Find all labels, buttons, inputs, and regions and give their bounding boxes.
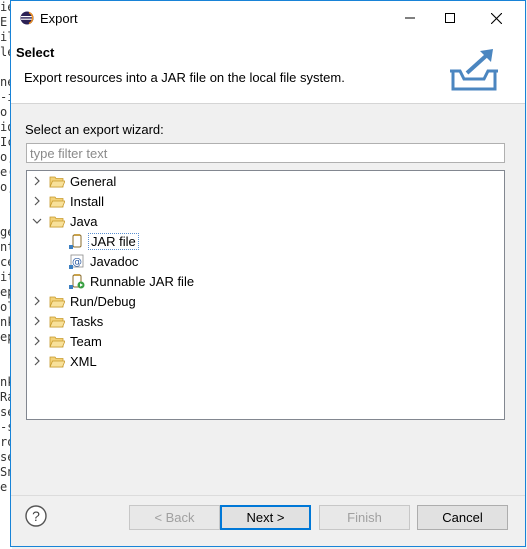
folder-icon xyxy=(49,296,65,307)
back-button[interactable]: < Back xyxy=(129,505,220,530)
export-banner-icon xyxy=(450,49,498,91)
tree-item-team[interactable]: Team xyxy=(31,331,102,351)
title-bar: Export xyxy=(11,1,525,35)
tree-item-label: XML xyxy=(70,353,97,369)
page-description: Export resources into a JAR file on the … xyxy=(24,70,345,85)
folder-icon xyxy=(49,316,65,327)
maximize-button[interactable] xyxy=(427,1,473,35)
folder-icon xyxy=(49,356,65,367)
wizard-header: Select Export resources into a JAR file … xyxy=(11,35,525,104)
tree-item-run-debug[interactable]: Run/Debug xyxy=(31,291,136,311)
finish-button[interactable]: Finish xyxy=(319,505,410,530)
runnable-jar-icon xyxy=(69,274,85,289)
wizard-select-label: Select an export wizard: xyxy=(25,122,164,137)
tree-item-runnable-jar[interactable]: Runnable JAR file xyxy=(69,271,194,291)
tree-item-label: General xyxy=(70,173,117,189)
chevron-right-icon[interactable] xyxy=(31,335,43,347)
chevron-right-icon[interactable] xyxy=(31,295,43,307)
tree-item-java[interactable]: Java xyxy=(31,211,97,231)
chevron-right-icon[interactable] xyxy=(31,315,43,327)
next-button[interactable]: Next > xyxy=(220,505,311,530)
tree-item-label: Install xyxy=(70,193,104,209)
minimize-icon xyxy=(405,17,415,19)
tree-item-xml[interactable]: XML xyxy=(31,351,97,371)
page-title: Select xyxy=(16,45,55,60)
close-button[interactable] xyxy=(473,1,519,35)
footer-divider xyxy=(11,495,525,496)
tree-item-label: Runnable JAR file xyxy=(90,273,195,289)
folder-icon xyxy=(49,196,65,207)
tree-item-label: Javadoc xyxy=(90,253,139,269)
chevron-right-icon[interactable] xyxy=(31,175,43,187)
chevron-right-icon[interactable] xyxy=(31,195,43,207)
javadoc-icon: @ xyxy=(69,254,84,269)
tree-item-label: JAR file xyxy=(88,232,139,250)
folder-icon xyxy=(49,336,65,347)
close-icon xyxy=(490,12,502,24)
tree-item-install[interactable]: Install xyxy=(31,191,104,211)
help-label: ? xyxy=(32,508,40,524)
chevron-down-icon[interactable] xyxy=(31,215,43,227)
folder-icon xyxy=(49,176,65,187)
svg-text:@: @ xyxy=(72,257,82,268)
wizard-tree[interactable]: General Install Java JAR file @ Javadoc … xyxy=(26,170,505,420)
tree-item-label: Tasks xyxy=(70,313,104,329)
tree-item-jar-file[interactable]: JAR file xyxy=(69,231,139,251)
tree-item-label: Java xyxy=(70,213,98,229)
tree-item-label: Run/Debug xyxy=(70,293,136,309)
tree-item-general[interactable]: General xyxy=(31,171,116,191)
eclipse-icon xyxy=(20,11,34,25)
tree-item-label: Team xyxy=(70,333,102,349)
filter-input[interactable] xyxy=(26,143,505,163)
export-dialog: Export Select Export resources into a JA… xyxy=(10,0,526,547)
cancel-button[interactable]: Cancel xyxy=(417,505,508,530)
tree-item-javadoc[interactable]: @ Javadoc xyxy=(69,251,138,271)
folder-open-icon xyxy=(49,216,65,227)
chevron-right-icon[interactable] xyxy=(31,355,43,367)
maximize-icon xyxy=(445,13,455,23)
help-icon[interactable]: ? xyxy=(25,505,47,527)
jar-file-icon xyxy=(69,234,82,249)
window-title: Export xyxy=(40,11,78,26)
tree-item-tasks[interactable]: Tasks xyxy=(31,311,103,331)
